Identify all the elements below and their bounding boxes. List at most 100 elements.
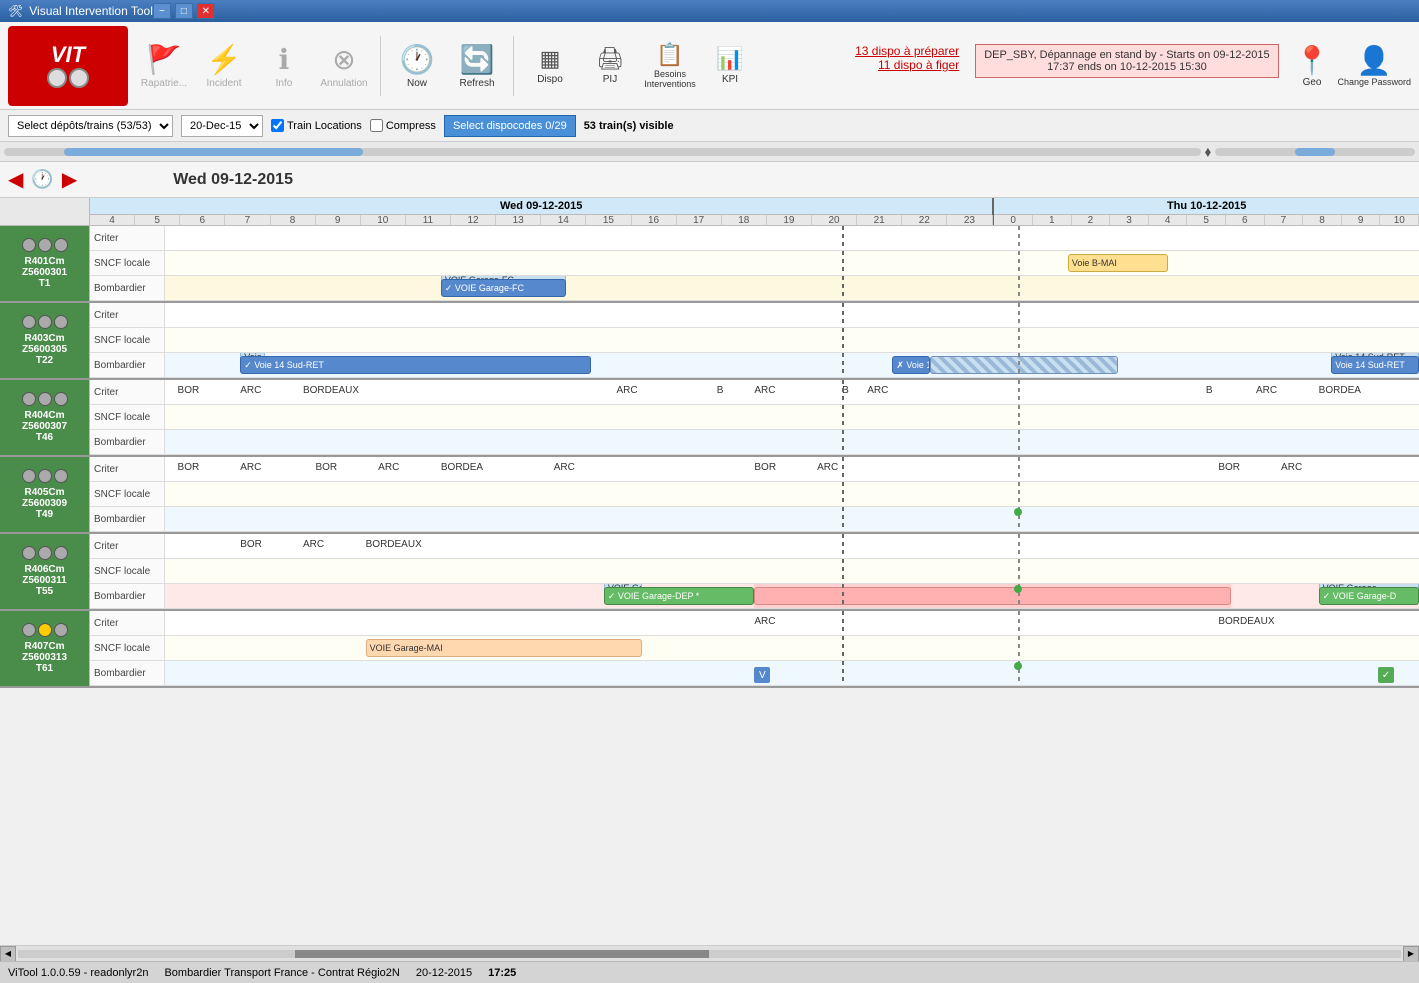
gantt-row: SNCF locale <box>90 559 1419 584</box>
dispo-links: 13 dispo à préparer 11 dispo à figer <box>855 44 959 72</box>
hscroll-track[interactable] <box>18 950 1401 958</box>
compress-checkbox[interactable] <box>370 119 383 132</box>
interventions-button[interactable]: 📋 BesoinsInterventions <box>642 30 698 102</box>
criter-text: BORDEA <box>441 462 483 473</box>
pij-button[interactable]: 🖨 PIJ <box>582 30 638 102</box>
gantt-cells <box>165 482 1419 506</box>
gantt-cells: BORARCBORDEAUXARCBARCBARCBARCBORDEA <box>165 380 1419 404</box>
train-group: R401CmZ5600301T1CriterSNCF localeVoie B-… <box>0 226 1419 303</box>
train-group: R406CmZ5600311T55CriterBORARCBORDEAUXSNC… <box>0 534 1419 611</box>
refresh-icon: 🔄 <box>460 43 495 76</box>
time-cells: Wed 09-12-201545678910111213141516171819… <box>90 198 1419 225</box>
row-type-label: Criter <box>90 380 165 404</box>
scroll-track-right[interactable] <box>1215 148 1415 156</box>
top-right-info: 13 dispo à préparer 11 dispo à figer DEP… <box>855 44 1411 88</box>
date-select[interactable]: 20-Dec-15 <box>181 115 263 137</box>
refresh-button[interactable]: 🔄 Refresh <box>449 30 505 102</box>
gantt-bar[interactable] <box>930 356 1118 374</box>
scroll-left-button[interactable]: ◀ <box>0 946 16 962</box>
gantt-bar[interactable]: Voie 14 Sud-RET <box>1331 356 1419 374</box>
scroll-thumb[interactable] <box>64 148 363 156</box>
gantt-row: SNCF localeVoie B-MAI <box>90 251 1419 276</box>
gantt-cells: VOIE Garage-MAI <box>165 636 1419 660</box>
gantt-bar[interactable]: ✗ Voie 14 Sud-RET <box>892 356 930 374</box>
gantt-row: CriterBORARCBORDEAUXARCBARCBARCBARCBORDE… <box>90 380 1419 405</box>
change-password-button[interactable]: 👤 Change Password <box>1337 44 1411 88</box>
info-button[interactable]: ℹ Info <box>256 30 312 102</box>
minimize-button[interactable]: − <box>153 3 171 19</box>
gantt-bar[interactable]: ✓ VOIE Garage-D <box>1319 587 1419 605</box>
row-type-label: SNCF locale <box>90 559 165 583</box>
nav-clock-icon[interactable]: 🕐 <box>31 169 53 190</box>
train-rows: CriterBORARCBORDEAUXARCBARCBARCBARCBORDE… <box>90 380 1419 455</box>
kpi-button[interactable]: 📊 KPI <box>702 30 758 102</box>
status-date: 20-12-2015 <box>416 967 472 979</box>
gantt-row: BombardierVOIE Garage-FC✓ VOIE Garage-FC <box>90 276 1419 301</box>
criter-text: BORDEAUX <box>303 385 359 396</box>
gantt-cells <box>165 507 1419 531</box>
toolbar-buttons: 🚩 Rapatrie... ⚡ Incident ℹ Info ⊗ Annula… <box>136 30 758 102</box>
train-info: R401CmZ5600301T1 <box>0 226 90 301</box>
row-label-header <box>0 198 90 225</box>
train-locations-checkbox[interactable] <box>271 119 284 132</box>
gantt-bar[interactable]: ✓ VOIE Garage-DEP * <box>604 587 754 605</box>
criter-text: ARC <box>303 539 324 550</box>
gantt-row: CriterARCBORDEAUX <box>90 611 1419 636</box>
row-type-label: Bombardier <box>90 276 165 300</box>
scroll-track[interactable] <box>4 148 1201 156</box>
rapatrie-button[interactable]: 🚩 Rapatrie... <box>136 30 192 102</box>
gantt-row: SNCF locale <box>90 328 1419 353</box>
geo-icon: 📍 <box>1295 44 1330 77</box>
row-type-label: SNCF locale <box>90 328 165 352</box>
gantt-row: Bombardier <box>90 507 1419 532</box>
gantt-bar[interactable] <box>754 587 1231 605</box>
criter-text: BORDEA <box>1319 385 1361 396</box>
gantt-bar[interactable]: VOIE Garage-MAI <box>366 639 642 657</box>
train-info: R406CmZ5600311T55 <box>0 534 90 609</box>
scroll-right-button[interactable]: ▶ <box>1403 946 1419 962</box>
train-rows: CriterARCBORDEAUXSNCF localeVOIE Garage-… <box>90 611 1419 686</box>
train-group: R404CmZ5600307T46CriterBORARCBORDEAUXARC… <box>0 380 1419 457</box>
row-type-label: Criter <box>90 457 165 481</box>
gantt-bar[interactable]: ✓ VOIE Garage-FC <box>441 279 566 297</box>
gantt-cells: BORARCBORARCBORDEAARCBORARCBORARC <box>165 457 1419 481</box>
dispo-prepare-link[interactable]: 13 dispo à préparer <box>855 44 959 58</box>
train-info: R403CmZ5600305T22 <box>0 303 90 378</box>
row-type-label: SNCF locale <box>90 405 165 429</box>
criter-text: BOR <box>178 462 200 473</box>
row-type-label: Criter <box>90 226 165 250</box>
gantt-cells <box>165 303 1419 327</box>
gantt-cells <box>165 405 1419 429</box>
scroll-thumb-right[interactable] <box>1295 148 1335 156</box>
gantt-row: SNCF localeVOIE Garage-MAI <box>90 636 1419 661</box>
maximize-button[interactable]: □ <box>175 3 193 19</box>
gantt-row: CriterBORARCBORARCBORDEAARCBORARCBORARC <box>90 457 1419 482</box>
gantt-cells: V✓ <box>165 661 1419 685</box>
dispo-figer-link[interactable]: 11 dispo à figer <box>878 58 959 72</box>
criter-text: ARC <box>754 616 775 627</box>
gantt-row: BombardierVOIE Garage-DEP✓ VOIE Garage-D… <box>90 584 1419 609</box>
geo-button[interactable]: 📍 Geo <box>1295 44 1330 88</box>
annulation-button[interactable]: ⊗ Annulation <box>316 30 372 102</box>
criter-text: BOR <box>754 462 776 473</box>
nav-forward-button[interactable]: ▶ <box>62 167 77 192</box>
hscroll-thumb[interactable] <box>295 950 710 958</box>
now-button[interactable]: 🕐 Now <box>389 30 445 102</box>
gantt-cells: Voie B-MAI <box>165 251 1419 275</box>
gantt-cells: ARCBORDEAUX <box>165 611 1419 635</box>
alert-text: DEP_SBY, Dépannage en stand by - Starts … <box>984 49 1269 73</box>
nav-back-button[interactable]: ◀ <box>8 167 23 192</box>
gantt-body: R401CmZ5600301T1CriterSNCF localeVoie B-… <box>0 226 1419 961</box>
depot-trains-select[interactable]: Select dépôts/trains (53/53) <box>8 115 173 137</box>
incident-button[interactable]: ⚡ Incident <box>196 30 252 102</box>
criter-text: ARC <box>554 462 575 473</box>
row-type-label: Bombardier <box>90 430 165 454</box>
gantt-bar[interactable]: ✓ Voie 14 Sud-RET <box>240 356 591 374</box>
dispocode-button[interactable]: Select dispocodes 0/29 <box>444 115 576 137</box>
gantt-bar[interactable]: Voie B-MAI <box>1068 254 1168 272</box>
besoins-icon: 📋 <box>656 42 683 68</box>
dispo-button[interactable]: ▦ Dispo <box>522 30 578 102</box>
nav-date-label: Wed 09-12-2015 <box>173 171 293 189</box>
close-button[interactable]: ✕ <box>197 3 215 19</box>
train-info: R407CmZ5600313T61 <box>0 611 90 686</box>
